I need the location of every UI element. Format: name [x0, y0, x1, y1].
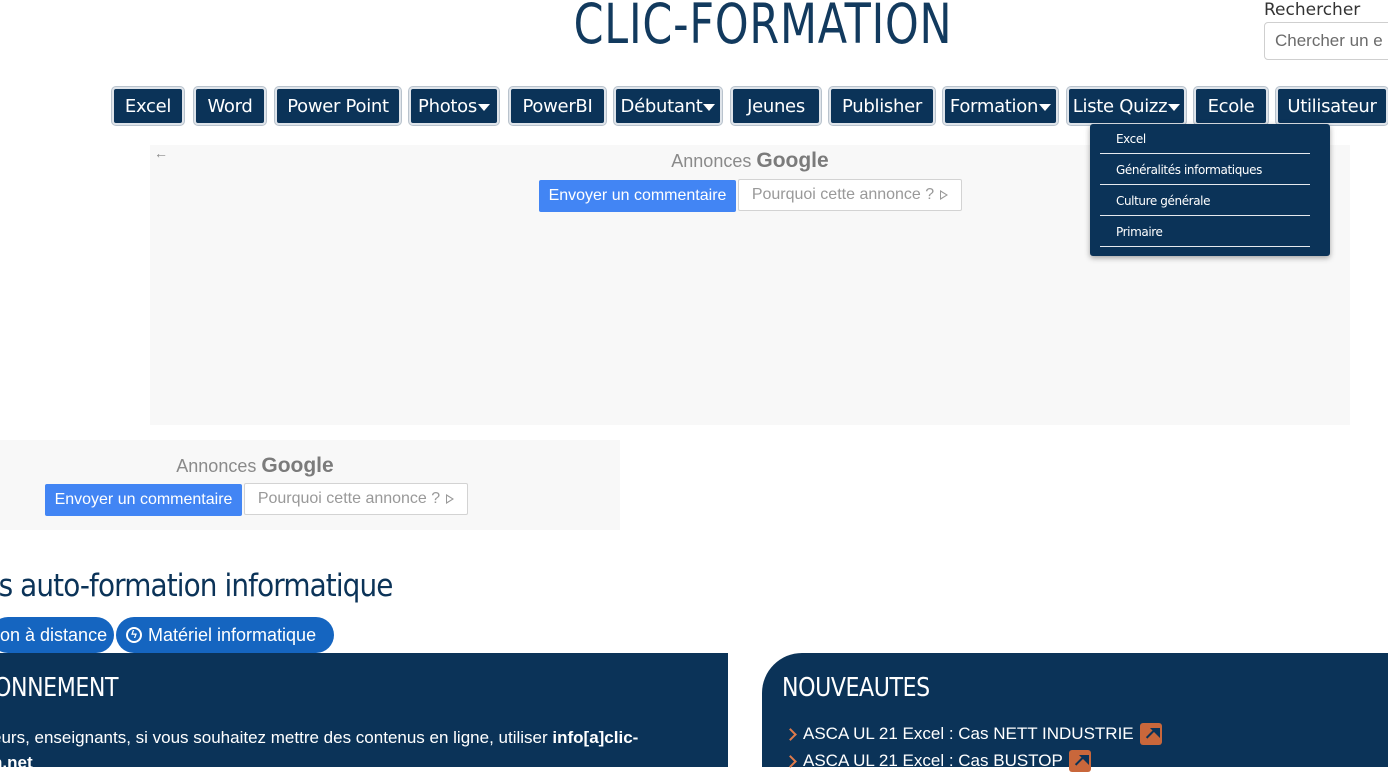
dropdown-item-culture[interactable]: Culture générale — [1100, 186, 1310, 216]
panel-title: NOUVEAUTES — [782, 673, 930, 703]
nav-ecole[interactable]: Ecole — [1194, 87, 1268, 125]
contact-email-part1[interactable]: info[a]clic- — [552, 728, 638, 747]
nav-utilisateur[interactable]: Utilisateur — [1276, 87, 1388, 125]
caret-down-icon — [1039, 103, 1052, 111]
panel-text: eurs, enseignants, si vous souhaitez met… — [0, 725, 638, 775]
pill-label: on à distance — [0, 624, 108, 645]
nav-label: Photos — [418, 95, 477, 117]
panel-text-line1: eurs, enseignants, si vous souhaitez met… — [0, 728, 553, 747]
nav-jeunes[interactable]: Jeunes — [731, 87, 821, 125]
nav-formation[interactable]: Formation — [943, 87, 1058, 125]
contact-email-part2[interactable]: n.net — [0, 753, 33, 772]
dropdown-item-excel[interactable]: Excel — [1100, 124, 1310, 154]
nav-label: Publisher — [842, 95, 922, 117]
nav-photos[interactable]: Photos — [409, 87, 499, 125]
panel-nouveautes: NOUVEAUTES ASCA UL 21 Excel : Cas NETT I… — [762, 653, 1388, 772]
caret-down-icon — [1168, 103, 1181, 111]
why-this-ad-label: Pourquoi cette annonce ? — [751, 186, 935, 203]
nav-debutant[interactable]: Débutant — [614, 87, 722, 125]
search-label: Rechercher — [1264, 0, 1361, 20]
site-title: CLIC-FORMATION — [573, 0, 953, 56]
news-item-label: ASCA UL 21 Excel : Cas NETT INDUSTRIE — [803, 724, 1134, 743]
search-input[interactable] — [1264, 22, 1388, 60]
nav-label: Word — [207, 95, 253, 117]
caret-down-icon — [703, 103, 716, 111]
send-feedback-button[interactable]: Envoyer un commentaire — [45, 484, 242, 516]
google-logo: Google — [756, 149, 829, 172]
bolt-icon: ϟ — [126, 627, 142, 643]
page-heading: rs auto-formation informatique — [0, 568, 393, 604]
nav-label: Jeunes — [747, 95, 805, 117]
panel-abonnement: ONNEMENT eurs, enseignants, si vous souh… — [0, 653, 728, 772]
nav-powerbi[interactable]: PowerBI — [509, 87, 606, 125]
caret-down-icon — [477, 103, 490, 111]
panel-title: ONNEMENT — [0, 673, 119, 703]
play-icon — [940, 190, 949, 200]
google-logo: Google — [261, 454, 334, 477]
nav-label: PowerBI — [522, 95, 593, 117]
dropdown-item-primaire[interactable]: Primaire — [1100, 217, 1310, 247]
chevron-right-icon — [784, 754, 797, 768]
pill-label: Matériel informatique — [148, 624, 317, 645]
external-link-icon[interactable] — [1068, 750, 1091, 772]
news-item-label: ASCA UL 21 Excel : Cas BUSTOP — [803, 751, 1063, 770]
ad-label-prefix: Annonces — [176, 456, 257, 476]
ad-label: Annonces Google — [0, 454, 510, 478]
why-this-ad-button[interactable]: Pourquoi cette annonce ? — [738, 179, 962, 211]
play-icon — [446, 494, 455, 504]
nav-label: Formation — [949, 95, 1039, 117]
news-item[interactable]: ASCA UL 21 Excel : Cas BUSTOP — [784, 750, 1091, 772]
nav-label: Excel — [124, 95, 172, 117]
distance-learning-pill[interactable]: on à distance — [0, 617, 114, 653]
external-link-icon[interactable] — [1139, 723, 1162, 745]
hardware-pill[interactable]: ϟ Matériel informatique — [116, 617, 334, 653]
nav-liste-quizz[interactable]: Liste Quizz — [1067, 87, 1186, 125]
dropdown-item-generalites[interactable]: Généralités informatiques — [1100, 155, 1310, 185]
nav-label: Liste Quizz — [1072, 95, 1168, 117]
nav-publisher[interactable]: Publisher — [829, 87, 935, 125]
nav-label: Utilisateur — [1287, 95, 1377, 117]
why-this-ad-button[interactable]: Pourquoi cette annonce ? — [244, 483, 468, 515]
quiz-dropdown-menu: Excel Généralités informatiques Culture … — [1090, 124, 1330, 256]
ad-banner-small: Annonces Google Envoyer un commentaire P… — [0, 440, 620, 530]
nav-word[interactable]: Word — [194, 87, 266, 125]
why-this-ad-label: Pourquoi cette annonce ? — [257, 490, 441, 507]
ad-label-prefix: Annonces — [671, 151, 752, 171]
nav-label: Power Point — [287, 95, 389, 117]
send-feedback-button[interactable]: Envoyer un commentaire — [539, 180, 736, 212]
chevron-right-icon — [784, 727, 797, 741]
nav-excel[interactable]: Excel — [112, 87, 184, 125]
nav-label: Ecole — [1207, 95, 1255, 117]
nav-power-point[interactable]: Power Point — [275, 87, 401, 125]
news-item[interactable]: ASCA UL 21 Excel : Cas NETT INDUSTRIE — [784, 723, 1162, 745]
nav-label: Débutant — [620, 95, 703, 117]
